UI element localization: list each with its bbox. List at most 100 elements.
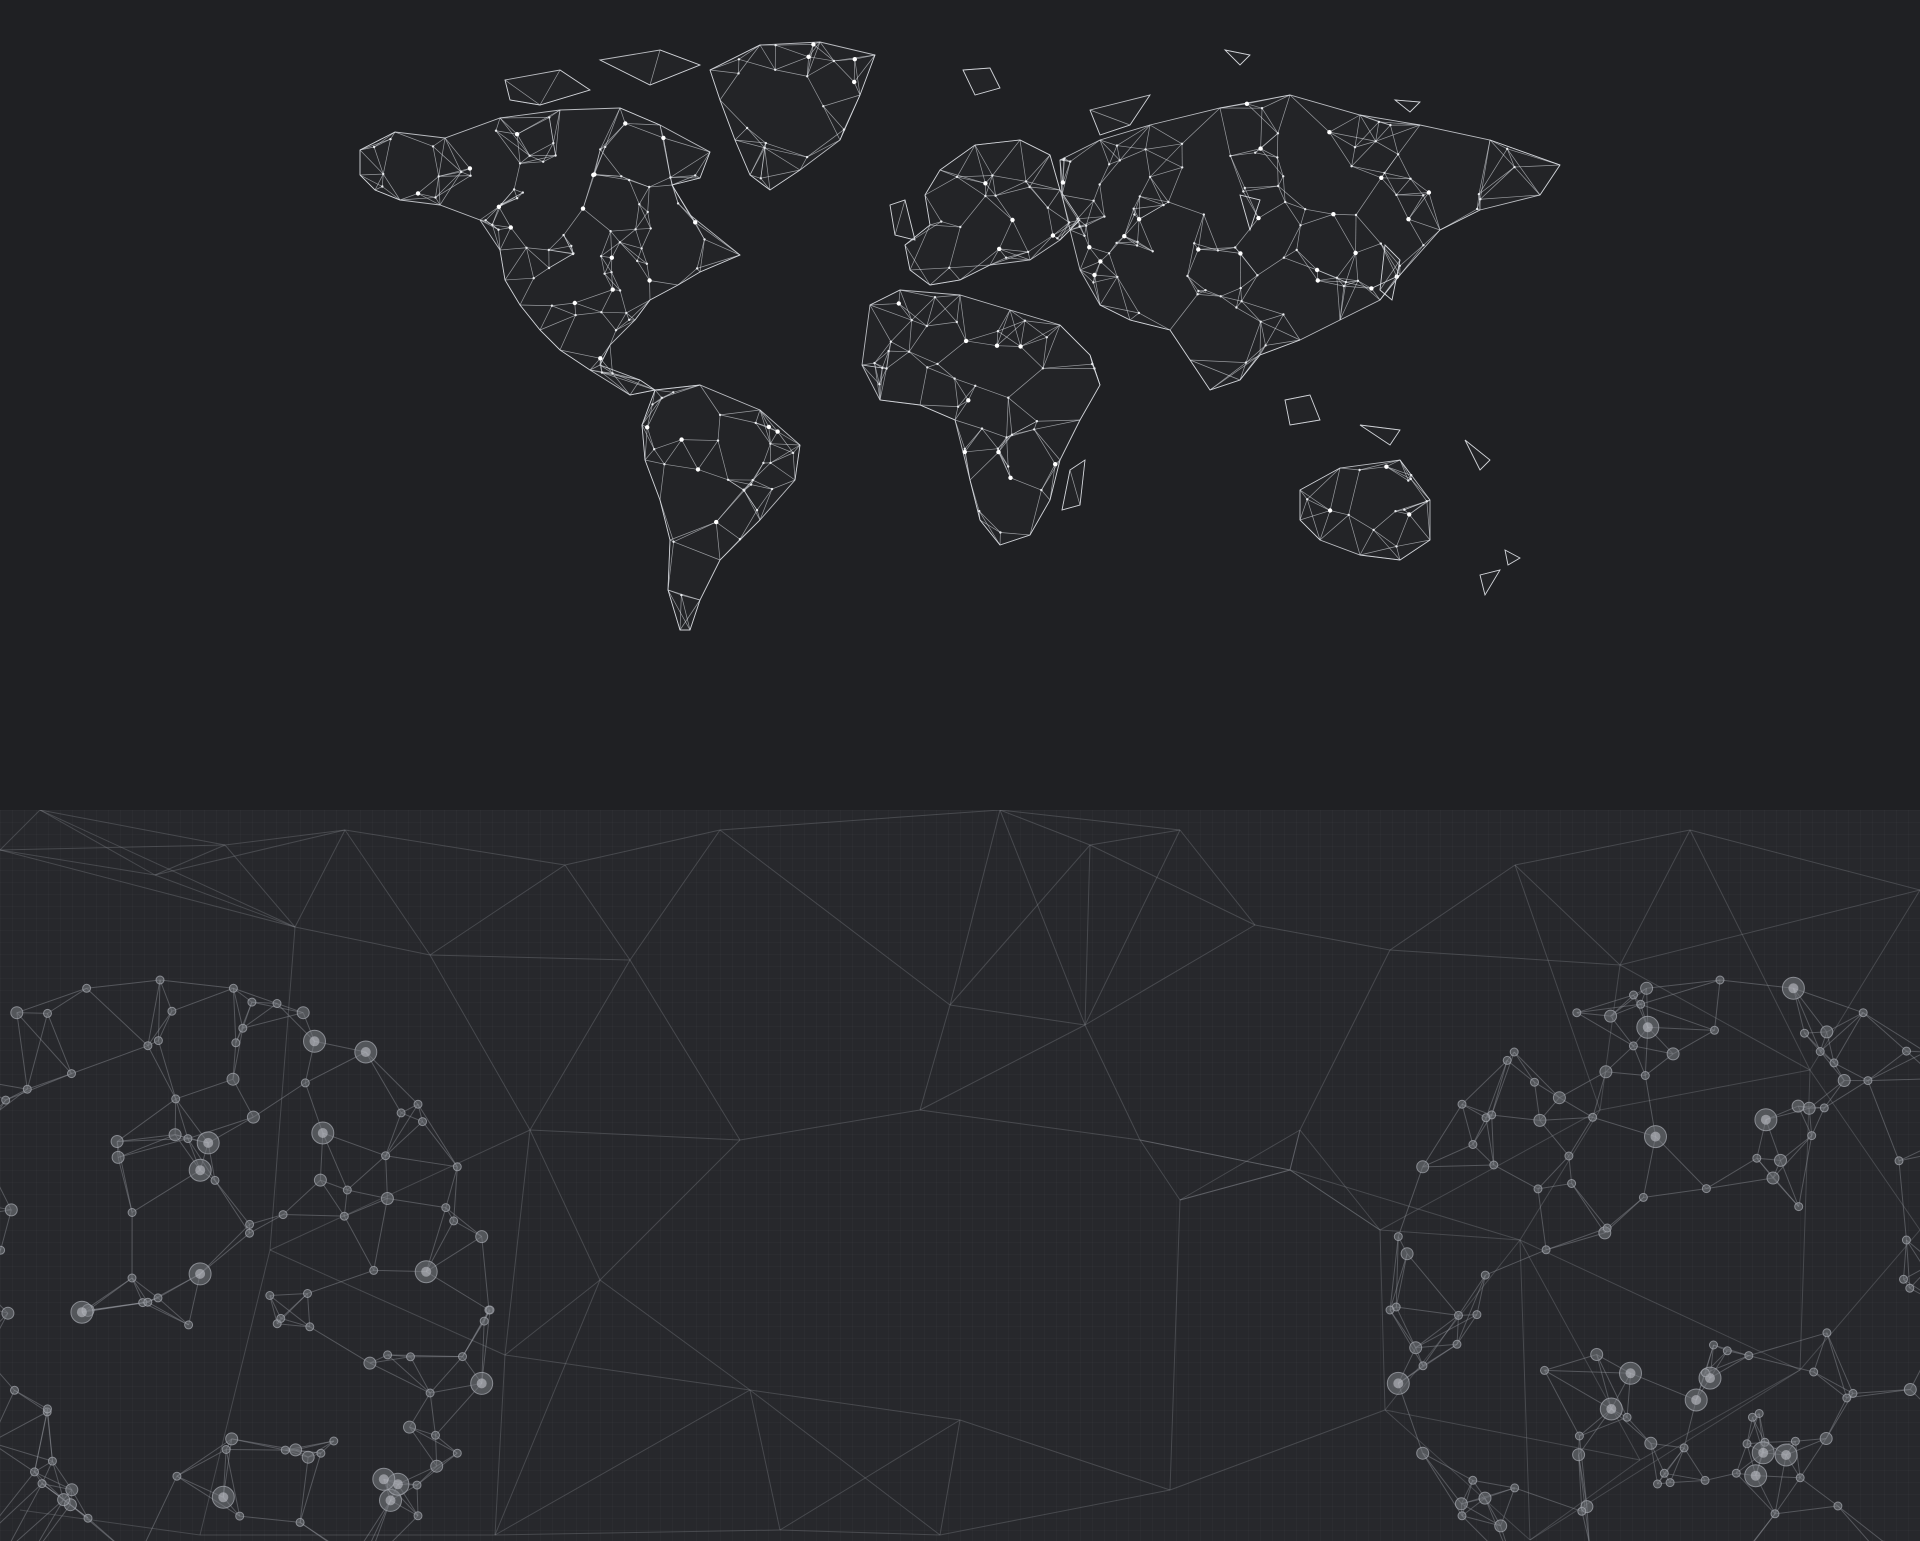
globe-node: [4, 1203, 18, 1217]
globe-node: [1899, 1274, 1908, 1284]
background-edge: [1809, 889, 1920, 1071]
asia-node: [1244, 101, 1250, 107]
north-america-node: [661, 135, 666, 141]
south-america-node: [653, 448, 656, 451]
globe-node: [1800, 1028, 1809, 1038]
globe-node: [1452, 1339, 1462, 1349]
globe-edge: [47, 1013, 72, 1074]
south-america-node: [718, 413, 722, 417]
continent-greenland: [709, 41, 876, 191]
globe-edge: [1513, 1051, 1560, 1099]
globe-node: [1679, 1443, 1689, 1453]
south-america-node: [755, 508, 759, 512]
globe-node-core: [385, 1495, 396, 1506]
europe-node: [1010, 217, 1015, 223]
globe-node: [1819, 1432, 1833, 1445]
north-america-node: [469, 174, 472, 177]
europe-node: [1050, 233, 1056, 238]
north-america-node: [508, 225, 513, 230]
background-edge: [1519, 1109, 1601, 1241]
globe-edge: [1537, 1155, 1570, 1190]
asia-node: [1264, 344, 1267, 347]
globe-node: [1533, 1113, 1547, 1127]
globe-node: [1905, 1283, 1915, 1293]
africa-node: [955, 320, 958, 324]
south-america-node: [716, 439, 720, 442]
asia-node: [1374, 140, 1377, 143]
background-edge: [1299, 949, 1391, 1131]
island-13: [504, 69, 592, 106]
globe-edge: [157, 1010, 173, 1041]
africa-node: [1010, 433, 1014, 436]
globe-node: [1794, 1202, 1804, 1212]
asia-node: [1202, 213, 1206, 216]
south-america-node: [766, 424, 771, 430]
north-america-node: [695, 267, 699, 270]
globe-edge: [176, 1449, 227, 1477]
south-america-node: [651, 403, 654, 406]
globe-edge: [0, 1186, 12, 1211]
south-america-node: [645, 425, 650, 430]
north-america-node: [512, 188, 516, 191]
globe-node-core: [203, 1137, 214, 1148]
globe-node: [167, 1006, 177, 1016]
globe-edge: [1461, 1103, 1492, 1116]
south-america-node: [672, 391, 675, 394]
globe-node: [153, 1293, 163, 1303]
globe-node: [1599, 1065, 1613, 1079]
africa-node: [1035, 420, 1039, 423]
globe-edge: [1537, 1188, 1547, 1250]
continent-north-america: [359, 107, 741, 396]
asia-node: [1327, 130, 1332, 135]
globe-node: [111, 1150, 125, 1164]
asia-node: [1295, 248, 1298, 252]
north-america-node: [638, 203, 641, 206]
asia-node: [1254, 151, 1257, 154]
background-edge: [504, 1129, 531, 1356]
globe-node: [37, 1479, 47, 1489]
asia-node: [1383, 171, 1386, 175]
island-6: [1284, 394, 1321, 426]
background-edge: [1599, 1069, 1811, 1111]
north-america-node: [627, 178, 631, 182]
continent-australia: [1299, 459, 1431, 561]
globe-edge: [1640, 979, 1721, 1005]
globe-node: [245, 1219, 255, 1229]
australia-node: [1358, 468, 1361, 472]
globe-node: [1489, 1160, 1499, 1170]
globe-node: [1622, 1412, 1632, 1422]
globe-node-core: [1393, 1378, 1404, 1389]
globe-node: [265, 1291, 275, 1300]
globe-edge: [1909, 1369, 1920, 1390]
globe-edge: [1705, 1472, 1737, 1481]
australia-node: [1403, 508, 1406, 511]
globe-node: [1833, 1501, 1843, 1511]
north-america-node: [634, 228, 637, 231]
asia-node: [1137, 311, 1141, 315]
globe-node: [1468, 1475, 1478, 1485]
greenland-node: [737, 58, 741, 61]
asia-node: [1234, 246, 1237, 249]
north-america-node: [431, 145, 435, 148]
globe-node: [1894, 1156, 1904, 1166]
north-america-node: [437, 175, 440, 178]
map-layer: [359, 41, 1561, 631]
asia-node: [1479, 198, 1482, 201]
globe-edge: [299, 1522, 328, 1541]
greenland-node: [806, 54, 811, 59]
globe-node: [1666, 1047, 1680, 1061]
globe-edge: [344, 1198, 388, 1217]
asia-node: [1229, 154, 1232, 158]
globe-node: [1602, 1223, 1612, 1233]
north-america-node: [592, 172, 597, 177]
south-america-node: [663, 463, 666, 466]
background-edge: [564, 864, 631, 961]
globe-node: [363, 1356, 377, 1370]
australia-node: [1407, 512, 1412, 517]
asia-node: [1196, 293, 1199, 296]
greenland-node: [852, 57, 857, 62]
globe-edge: [269, 1292, 308, 1296]
background-edge: [429, 954, 631, 961]
globe-edge: [0, 1250, 2, 1255]
asia-node: [1299, 224, 1302, 227]
